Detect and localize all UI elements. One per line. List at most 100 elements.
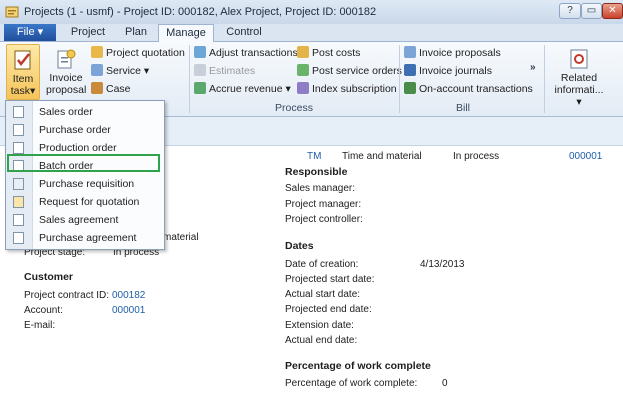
project-quotation-button[interactable]: Project quotation [91, 45, 185, 62]
project-contract-link[interactable]: 000182 [112, 289, 145, 302]
post-costs-icon [297, 46, 309, 58]
project-group-id[interactable]: 000001 [569, 150, 602, 163]
customer-heading: Customer [24, 271, 74, 283]
accrue-icon [194, 82, 206, 94]
restore-button[interactable]: ▭ [581, 3, 602, 19]
invoice-proposal-label-2: proposal [46, 84, 87, 96]
production-order-icon [13, 142, 24, 154]
tab-plan[interactable]: Plan [118, 24, 154, 41]
tab-control[interactable]: Control [218, 24, 270, 41]
service-icon [91, 64, 103, 76]
post-service-icon [297, 64, 309, 76]
invoice-journals-button[interactable]: Invoice journals [404, 63, 492, 80]
invoice-proposals-icon [404, 46, 416, 58]
tab-project[interactable]: Project [62, 24, 114, 41]
service-label: Service ▾ [106, 65, 150, 77]
related-information-button[interactable]: Related informati... ▾ [548, 44, 610, 108]
related-info-label-2: informati... [554, 84, 604, 96]
adjust-icon [194, 46, 206, 58]
project-manager-label: Project manager: [285, 199, 362, 210]
menu-item-label: Sales agreement [39, 214, 119, 226]
ribbon-more-button[interactable]: » [530, 62, 536, 73]
invoice-journals-label: Invoice journals [419, 65, 492, 77]
request-for-quotation-icon [13, 196, 24, 208]
invoice-proposal-button[interactable]: Invoice proposal [46, 44, 86, 100]
item-task-icon [12, 49, 34, 71]
account-link[interactable]: 000001 [112, 304, 145, 317]
actual-start-label: Actual start date: [285, 289, 361, 300]
project-controller-label: Project controller: [285, 214, 363, 225]
on-account-icon [404, 82, 416, 94]
quotation-icon [91, 46, 103, 58]
item-task-button[interactable]: Item task▾ [6, 44, 40, 100]
ribbon-separator [544, 45, 545, 113]
accrue-revenue-button[interactable]: Accrue revenue ▾ [194, 81, 291, 98]
project-status: In process [453, 151, 500, 162]
invoice-proposals-button[interactable]: Invoice proposals [404, 45, 501, 62]
dates-heading: Dates [285, 240, 314, 252]
estimates-button[interactable]: Estimates [194, 63, 255, 80]
purchase-agreement-icon [13, 232, 24, 244]
group-label-process: Process [275, 102, 313, 114]
menu-item-label: Purchase agreement [39, 232, 137, 244]
menu-item-label: Purchase order [39, 124, 111, 136]
on-account-transactions-button[interactable]: On-account transactions [404, 81, 533, 98]
percentage-label: Percentage of work complete: [285, 378, 418, 389]
item-task-label-2: task▾ [10, 85, 36, 97]
sales-agreement-icon [13, 214, 24, 226]
related-info-label-1: Related [560, 72, 598, 84]
menu-item-request-for-quotation[interactable]: Request for quotation [6, 193, 164, 211]
project-contract-label: Project contract ID: [24, 290, 110, 301]
project-type-code[interactable]: TM [307, 150, 321, 163]
menu-item-label: Purchase requisition [39, 178, 135, 190]
responsible-heading: Responsible [285, 166, 348, 178]
index-icon [297, 82, 309, 94]
sales-manager-label: Sales manager: [285, 183, 356, 194]
post-costs-label: Post costs [312, 47, 361, 59]
item-task-label-1: Item [12, 73, 34, 85]
adjust-transactions-label: Adjust transactions [209, 47, 298, 59]
project-quotation-label: Project quotation [106, 47, 185, 59]
projected-start-label: Projected start date: [285, 274, 375, 285]
percentage-heading: Percentage of work complete [285, 360, 431, 372]
tab-manage[interactable]: Manage [158, 24, 214, 42]
invoice-proposals-label: Invoice proposals [419, 47, 501, 59]
post-service-orders-label: Post service orders [312, 65, 402, 77]
tab-file[interactable]: File ▾ [4, 24, 56, 41]
post-costs-button[interactable]: Post costs [297, 45, 360, 62]
related-info-chevron-down-icon: ▾ [576, 96, 582, 108]
item-task-dropdown: Sales order Purchase order Production or… [5, 100, 165, 250]
purchase-requisition-icon [13, 178, 24, 190]
purchase-order-icon [13, 124, 24, 136]
adjust-transactions-button[interactable]: Adjust transactions [194, 45, 298, 62]
menu-item-label: Request for quotation [39, 196, 140, 208]
menu-item-label: Sales order [39, 106, 93, 118]
menu-item-sales-agreement[interactable]: Sales agreement [6, 211, 164, 229]
invoice-proposal-icon [55, 48, 77, 70]
index-subscription-button[interactable]: Index subscription [297, 81, 397, 98]
email-label: E-mail: [24, 320, 56, 331]
estimates-icon [194, 64, 206, 76]
related-info-icon [568, 48, 590, 70]
invoice-proposal-label-1: Invoice [49, 72, 83, 84]
percentage-value: 0 [442, 378, 448, 389]
post-service-orders-button[interactable]: Post service orders [297, 63, 402, 80]
project-type-name: Time and material [342, 151, 422, 162]
menu-item-purchase-agreement[interactable]: Purchase agreement [6, 229, 164, 247]
service-button[interactable]: Service ▾ [91, 63, 149, 80]
case-icon [91, 82, 103, 94]
project-type-partial: material [163, 232, 199, 243]
menu-item-purchase-order[interactable]: Purchase order [6, 121, 164, 139]
actual-end-label: Actual end date: [285, 335, 358, 346]
help-button[interactable]: ? [559, 3, 581, 19]
on-account-transactions-label: On-account transactions [419, 83, 533, 95]
projected-end-label: Projected end date: [285, 304, 372, 315]
close-button[interactable]: ✕ [602, 3, 623, 19]
batch-order-highlight [7, 154, 160, 172]
menu-item-purchase-requisition[interactable]: Purchase requisition [6, 175, 164, 193]
estimates-label: Estimates [209, 65, 256, 77]
case-button[interactable]: Case [91, 81, 131, 98]
menu-item-sales-order[interactable]: Sales order [6, 103, 164, 121]
invoice-journals-icon [404, 64, 416, 76]
case-label: Case [106, 83, 131, 95]
